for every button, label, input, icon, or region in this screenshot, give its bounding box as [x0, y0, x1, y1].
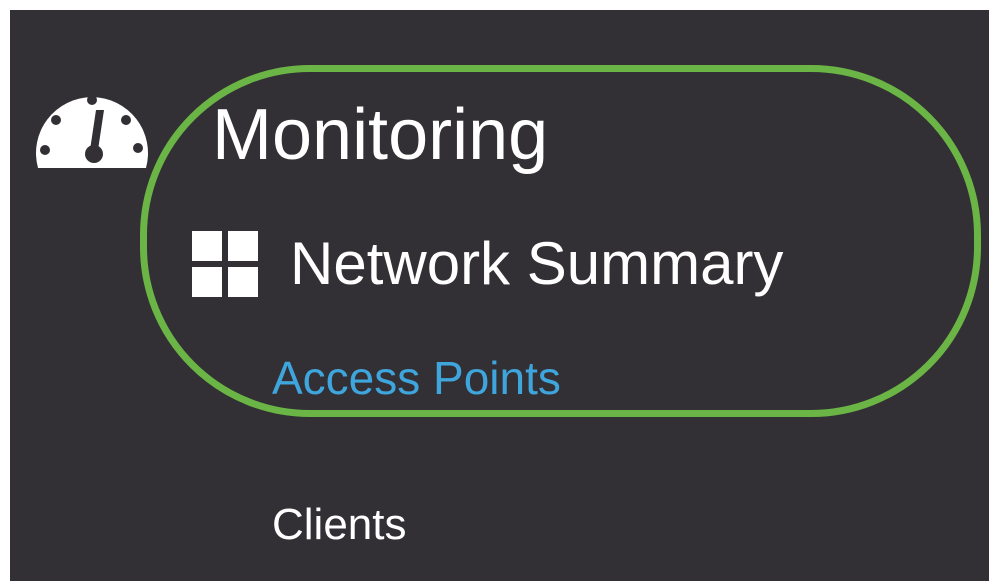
section-title-monitoring: Monitoring [212, 95, 549, 175]
dashboard-gauge-icon[interactable] [30, 80, 154, 180]
nav-item-network-summary[interactable]: Network Summary [192, 224, 783, 304]
sidebar-menu: Monitoring Network Summary Access Points… [10, 10, 989, 581]
grid-icon [192, 231, 258, 297]
nav-item-label: Network Summary [290, 230, 784, 297]
nav-item-clients[interactable]: Clients [272, 498, 407, 552]
nav-item-access-points[interactable]: Access Points [272, 350, 561, 406]
